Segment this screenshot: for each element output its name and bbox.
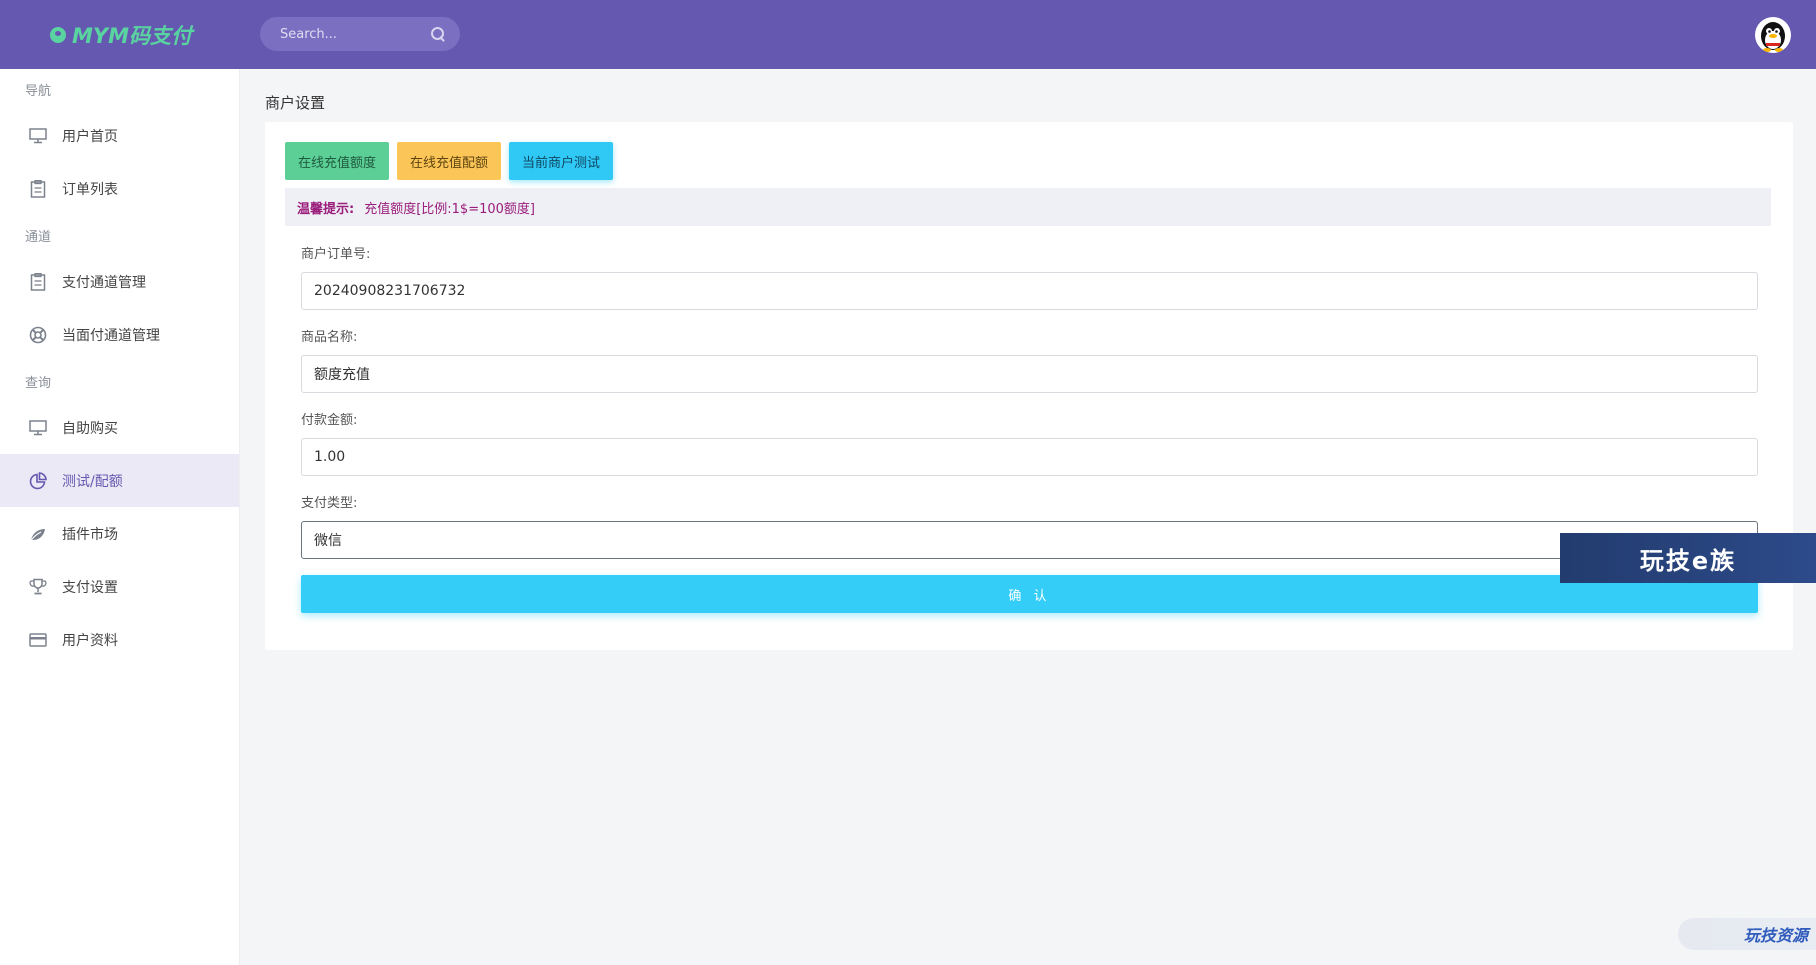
pay-type-label: 支付类型:	[301, 496, 358, 511]
sidebar-item-label: 插件市场	[62, 526, 118, 543]
order-no-input[interactable]	[301, 272, 1758, 310]
notice-label: 温馨提示:	[297, 201, 355, 217]
sidebar-item-label: 当面付通道管理	[62, 327, 160, 344]
nav-section-title: 导航	[25, 83, 52, 99]
leaf-icon	[28, 524, 48, 544]
pie-chart-icon	[28, 471, 48, 491]
sidebar-item-user-home[interactable]: 用户首页	[0, 109, 239, 162]
sidebar-item-payment-settings[interactable]: 支付设置	[0, 560, 239, 613]
amount-input[interactable]	[301, 438, 1758, 476]
sidebar-item-face-pay-channel[interactable]: 当面付通道管理	[0, 308, 239, 361]
notice-bar: 温馨提示: 充值额度[比例:1$=100额度]	[285, 188, 1771, 226]
sidebar-item-test-quota[interactable]: 测试/配额	[0, 454, 239, 507]
pay-type-selected-value: 微信	[314, 533, 342, 549]
nav-section-title: 查询	[25, 375, 52, 391]
clipboard-icon	[28, 272, 48, 292]
search-input[interactable]	[280, 26, 430, 42]
confirm-button[interactable]: 确 认	[301, 575, 1758, 613]
page-title: 商户设置	[265, 94, 326, 112]
trophy-icon	[28, 577, 48, 597]
amount-label: 付款金额:	[301, 413, 358, 428]
credit-card-icon	[28, 630, 48, 650]
search-box	[260, 17, 460, 51]
search-icon[interactable]	[430, 26, 446, 42]
tab-online-recharge-quota[interactable]: 在线充值配额	[397, 142, 502, 180]
brand-logo[interactable]: MYM码支付	[50, 20, 192, 50]
order-no-label: 商户订单号:	[301, 247, 371, 262]
monitor-icon	[28, 126, 48, 146]
sidebar-item-label: 订单列表	[62, 181, 118, 198]
watermark-banner: 玩技e族	[1560, 533, 1816, 583]
nav-section-title: 通道	[25, 229, 52, 245]
sidebar-item-payment-channel[interactable]: 支付通道管理	[0, 255, 239, 308]
monitor-icon	[28, 418, 48, 438]
tab-online-recharge-amount[interactable]: 在线充值额度	[285, 142, 390, 180]
brand-name: MYM码支付	[72, 24, 193, 48]
test-payment-form: 商户订单号: 商品名称: 付款金额: 支付类型: 微信 确 认	[301, 244, 1758, 613]
notice-text: 充值额度[比例:1$=100额度]	[364, 201, 535, 217]
lifebuoy-icon	[28, 325, 48, 345]
sidebar-item-order-list[interactable]: 订单列表	[0, 162, 239, 215]
sidebar-item-label: 自助购买	[62, 420, 118, 437]
top-bar: MYM码支付	[0, 0, 1816, 69]
pay-type-select[interactable]: 微信	[301, 521, 1758, 559]
watermark-corner: 玩技资源	[1678, 918, 1816, 950]
sidebar-item-label: 用户资料	[62, 632, 118, 649]
tab-button-row: 在线充值额度 在线充值配额 当前商户测试	[285, 142, 614, 180]
sidebar-item-user-profile[interactable]: 用户资料	[0, 613, 239, 666]
sidebar: 导航 用户首页 订单列表 通道 支付通道管理 当面付通道管理 查询 自助购买 测…	[0, 69, 240, 965]
sidebar-item-self-purchase[interactable]: 自助购买	[0, 401, 239, 454]
logo-icon	[50, 27, 66, 43]
clipboard-icon	[28, 179, 48, 199]
sidebar-item-label: 用户首页	[62, 128, 118, 145]
sidebar-item-label: 支付通道管理	[62, 274, 146, 291]
tab-current-merchant-test[interactable]: 当前商户测试	[509, 142, 614, 180]
user-avatar[interactable]	[1755, 17, 1791, 53]
sidebar-item-label: 测试/配额	[62, 473, 123, 490]
sidebar-item-label: 支付设置	[62, 579, 118, 596]
sidebar-item-plugin-market[interactable]: 插件市场	[0, 507, 239, 560]
product-name-input[interactable]	[301, 355, 1758, 393]
penguin-avatar-icon	[1761, 22, 1785, 52]
product-name-label: 商品名称:	[301, 330, 358, 345]
